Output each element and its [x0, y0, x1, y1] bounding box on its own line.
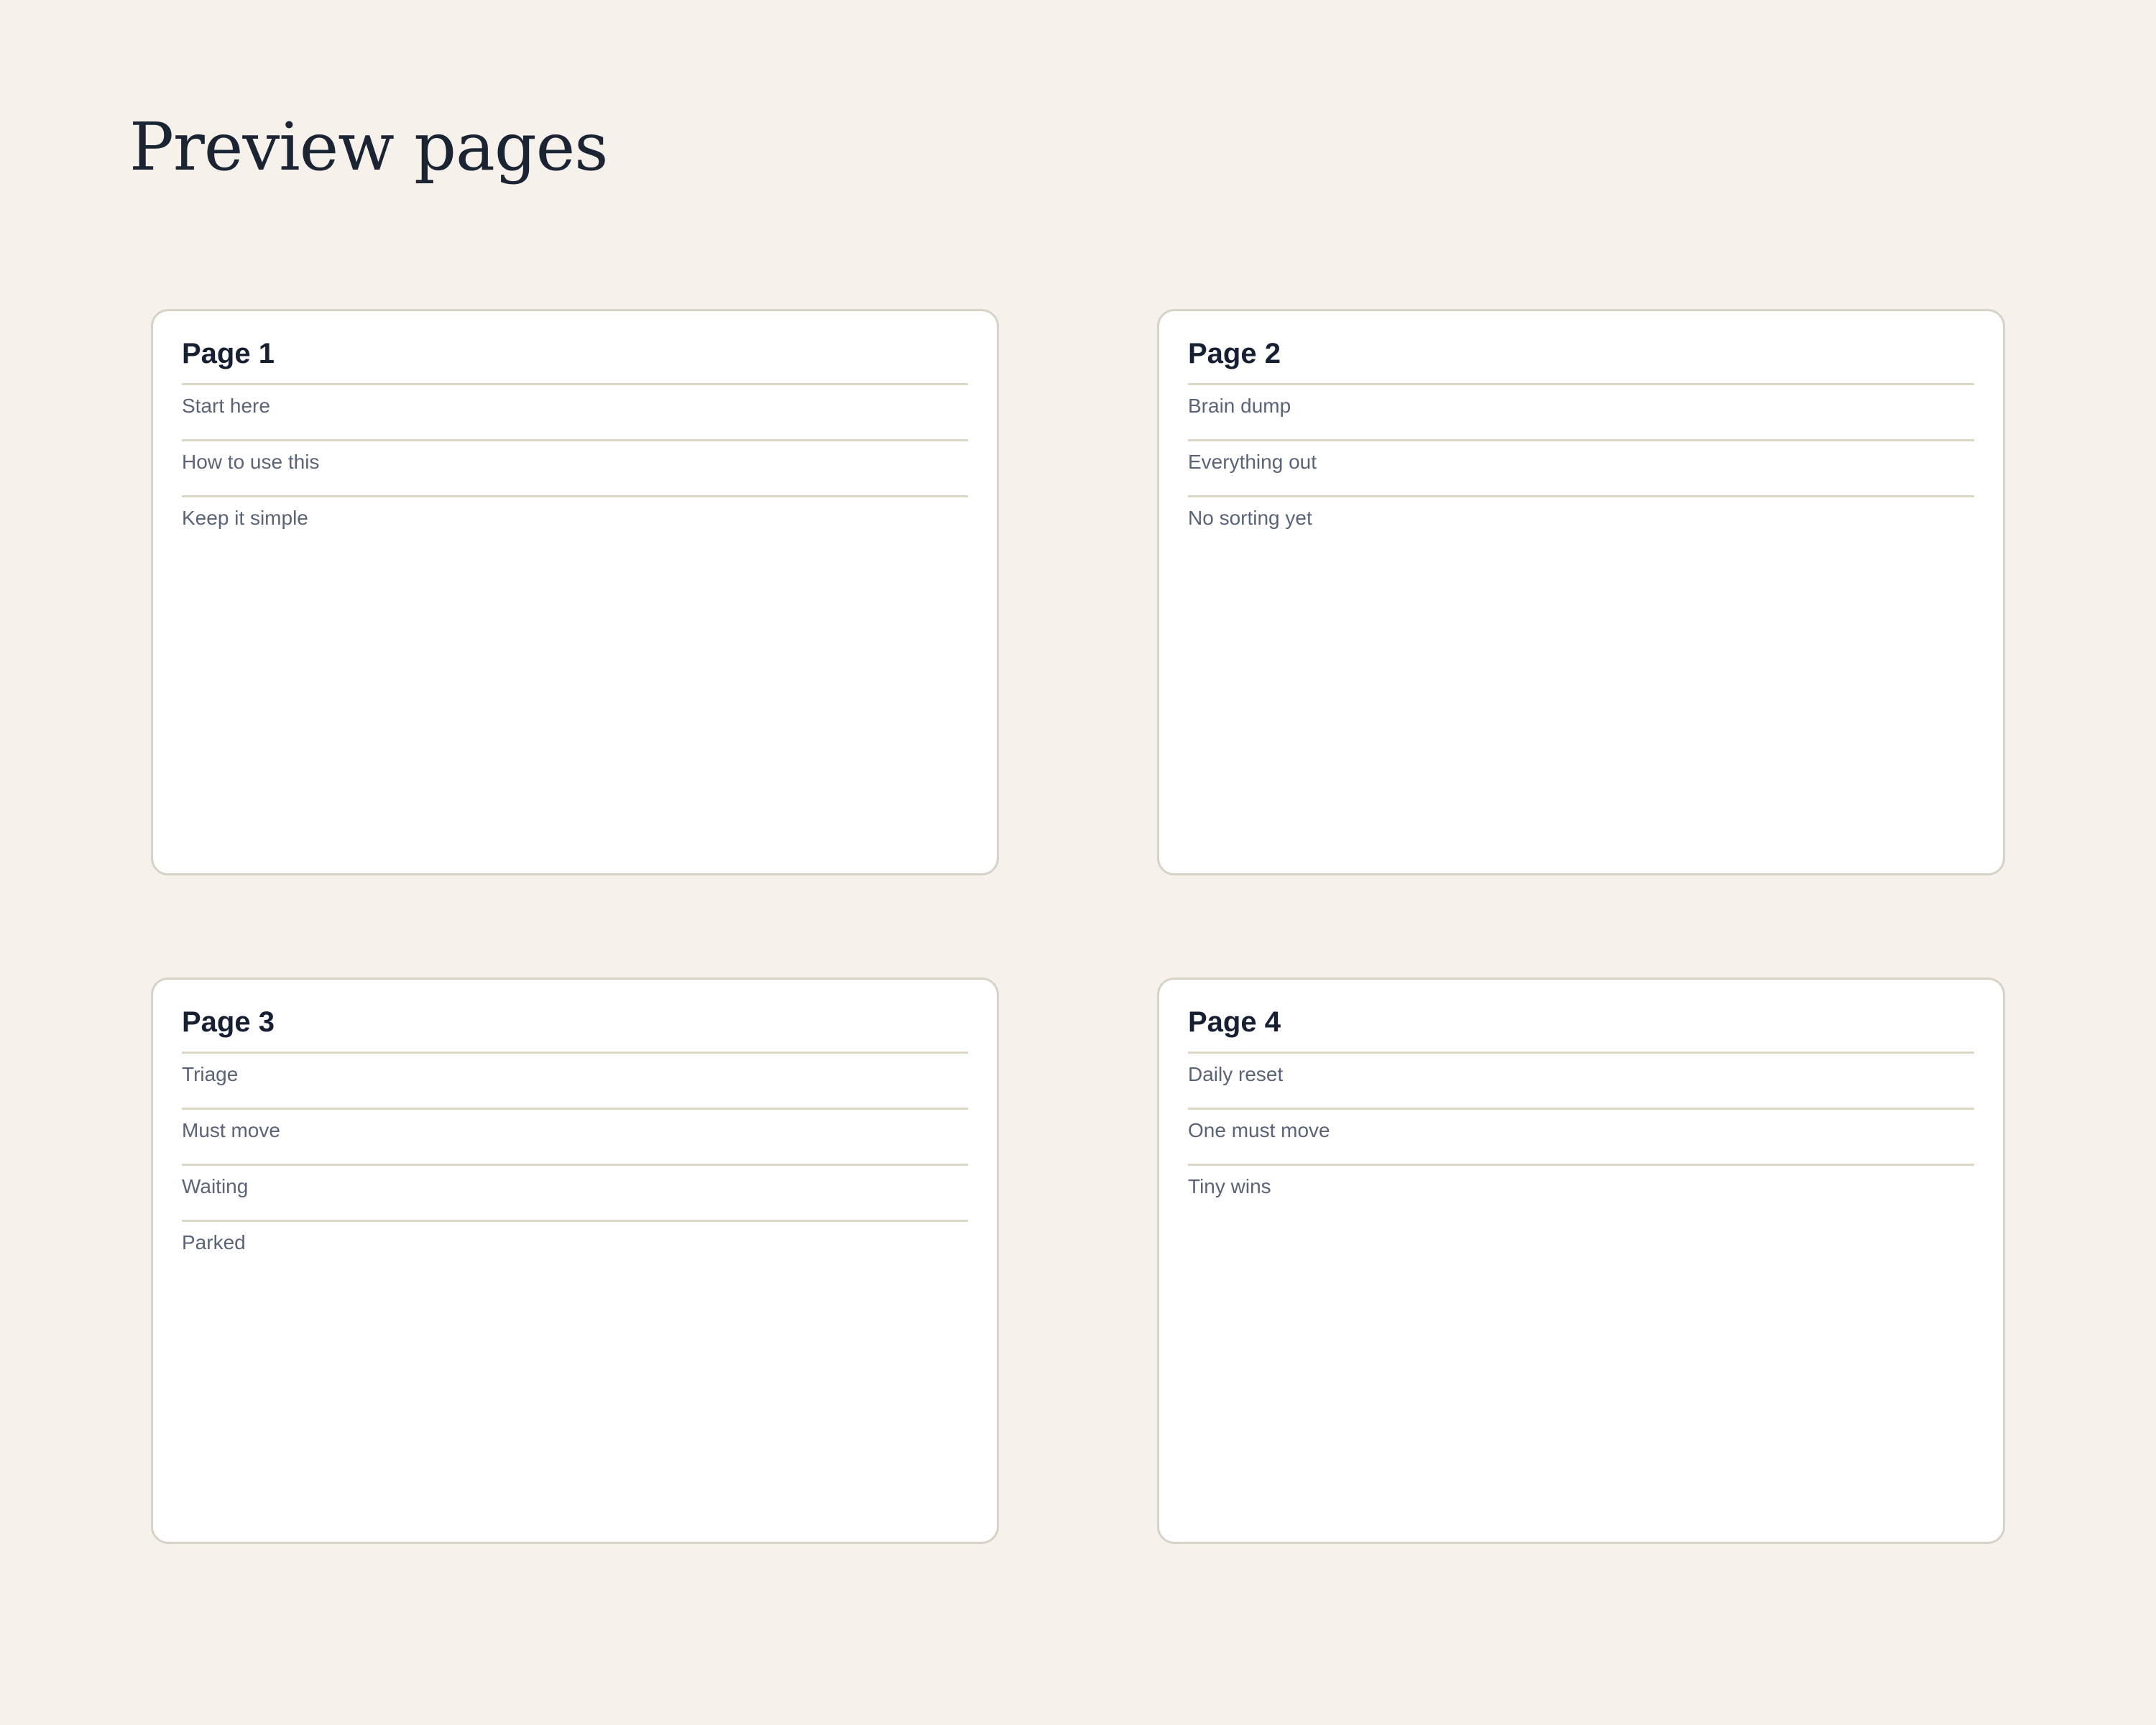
page-preview-card-2[interactable]: Page 2 Brain dump Everything out No sort…	[1157, 309, 2005, 875]
card-item-list: Brain dump Everything out No sorting yet	[1188, 383, 1974, 551]
page-preview-card-4[interactable]: Page 4 Daily reset One must move Tiny wi…	[1157, 978, 2005, 1544]
list-item: One must move	[1188, 1108, 1974, 1164]
list-item: Tiny wins	[1188, 1164, 1974, 1220]
list-item: Brain dump	[1188, 383, 1974, 439]
list-item: How to use this	[182, 439, 968, 495]
list-item: Waiting	[182, 1164, 968, 1220]
list-item: Must move	[182, 1108, 968, 1164]
list-item: Parked	[182, 1220, 968, 1276]
list-item: Daily reset	[1188, 1052, 1974, 1108]
list-item: Keep it simple	[182, 495, 968, 551]
card-title: Page 3	[182, 1006, 275, 1038]
list-item: Triage	[182, 1052, 968, 1108]
card-title: Page 4	[1188, 1006, 1281, 1038]
card-title: Page 2	[1188, 338, 1281, 369]
page-preview-card-1[interactable]: Page 1 Start here How to use this Keep i…	[151, 309, 999, 875]
card-item-list: Daily reset One must move Tiny wins	[1188, 1052, 1974, 1220]
list-item: Everything out	[1188, 439, 1974, 495]
list-item: Start here	[182, 383, 968, 439]
card-title: Page 1	[182, 338, 275, 369]
card-item-list: Triage Must move Waiting Parked	[182, 1052, 968, 1276]
page-title: Preview pages	[129, 109, 608, 185]
card-item-list: Start here How to use this Keep it simpl…	[182, 383, 968, 551]
list-item: No sorting yet	[1188, 495, 1974, 551]
page-preview-card-3[interactable]: Page 3 Triage Must move Waiting Parked	[151, 978, 999, 1544]
